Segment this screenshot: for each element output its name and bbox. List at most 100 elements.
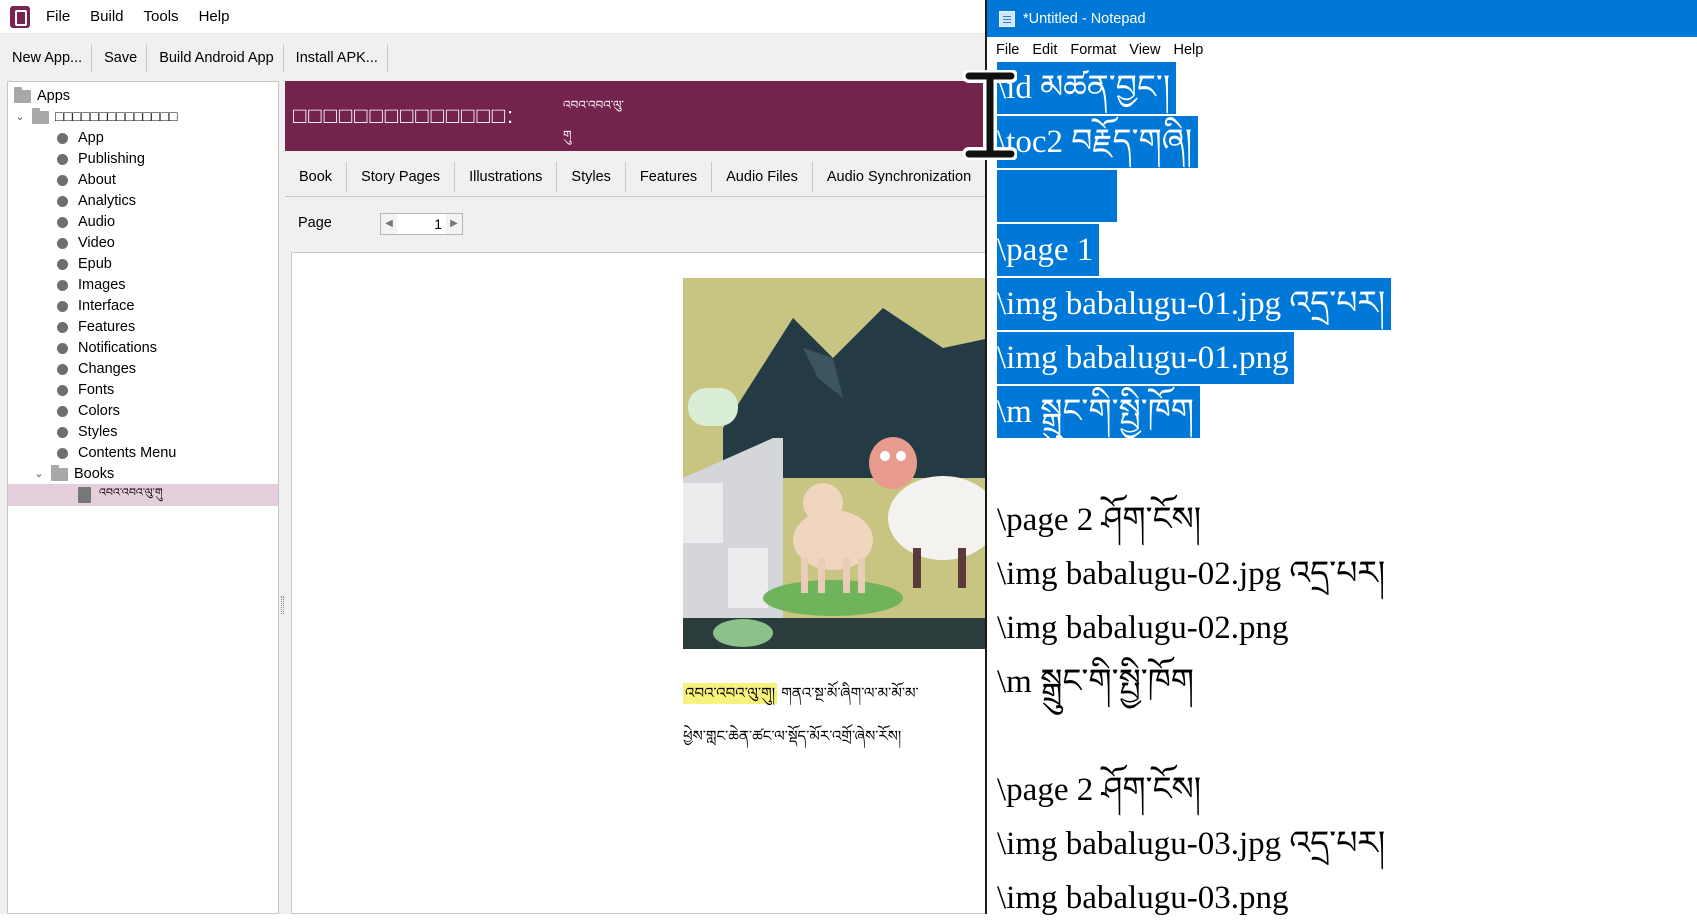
text-line[interactable]: \img babalugu-02.jpg འདྲ་པར། — [997, 548, 1385, 600]
notepad-menu-file[interactable]: File — [996, 42, 1019, 58]
notepad-menu-edit[interactable]: Edit — [1032, 42, 1057, 58]
desktop: File Build Tools Help New App... Save Bu… — [0, 0, 1697, 916]
page-number-value[interactable]: 1 — [397, 216, 446, 232]
tree-app-label: □□□□□□□□□□□□□□ — [55, 109, 178, 125]
story-text-rest: གནའ་སྔ་མོ་ཞིག་ལ་མ་མོ་མ་ — [777, 685, 919, 702]
tab-styles[interactable]: Styles — [557, 162, 626, 192]
text-cursor-icon — [963, 70, 1017, 160]
book-subtitle-line1: འབའ་འབའ་ལུ་ — [563, 98, 624, 112]
menu-file[interactable]: File — [46, 8, 70, 25]
text-line[interactable]: \toc2 བརྗོད་གཞི། — [997, 116, 1199, 168]
bullet-icon — [57, 132, 68, 144]
bullet-icon — [57, 321, 68, 333]
text-line[interactable]: \img babalugu-03.jpg འདྲ་པར། — [997, 818, 1385, 870]
tab-book[interactable]: Book — [285, 162, 348, 192]
tree-item-label: Colors — [78, 403, 120, 419]
folder-icon — [32, 107, 49, 124]
story-illustration — [683, 278, 990, 649]
tree-item-fonts[interactable]: Fonts — [57, 379, 114, 401]
tree-root-apps[interactable]: Apps — [14, 85, 70, 107]
tree-item-label: Contents Menu — [78, 445, 177, 461]
story-text-line1: འབའ་འབའ་ལུ་གུ། གནའ་སྔ་མོ་ཞིག་ལ་མ་མོ་མ་ — [683, 677, 919, 719]
text-line[interactable]: \page 2 ཤོག་ངོས། — [997, 764, 1201, 816]
book-header: □□□□□□□□□□□□□□: འབའ་འབའ་ལུ་ གུ — [285, 81, 985, 151]
tree-item-label: Publishing — [78, 151, 145, 167]
tree-item-epub[interactable]: Epub — [57, 253, 112, 275]
story-text-line2: ཕྱེས་གླང་ཆེན་ཚང་ལ་སྡོད་མོར་འགྲོ་ཞེས་ཪོས། — [683, 728, 902, 745]
tab-audio-files[interactable]: Audio Files — [712, 162, 813, 192]
tab-features[interactable]: Features — [626, 162, 713, 192]
notepad-menu-format[interactable]: Format — [1070, 42, 1116, 58]
menu-build[interactable]: Build — [90, 8, 123, 25]
bullet-icon — [57, 300, 68, 312]
tree-app-node[interactable]: ⌄ □□□□□□□□□□□□□□ — [14, 106, 178, 128]
chevron-down-icon[interactable]: ⌄ — [33, 468, 45, 480]
bullet-icon — [57, 342, 68, 354]
notepad-title: *Untitled - Notepad — [1023, 10, 1146, 27]
page-label: Page — [298, 215, 332, 231]
text-line-empty[interactable] — [997, 170, 1117, 222]
bullet-icon — [57, 237, 68, 249]
notepad-icon — [999, 10, 1015, 27]
tree-item-analytics[interactable]: Analytics — [57, 190, 136, 212]
text-line[interactable]: \img babalugu-01.jpg འདྲ་པར། — [997, 278, 1392, 330]
tree-item-features[interactable]: Features — [57, 316, 135, 338]
build-android-app-button[interactable]: Build Android App — [147, 44, 284, 72]
app-logo-icon — [10, 5, 30, 28]
menu-tools[interactable]: Tools — [144, 8, 179, 25]
text-line[interactable]: \img babalugu-02.png — [997, 602, 1288, 654]
book-tabs: Book Story Pages Illustrations Styles Fe… — [285, 160, 987, 194]
tree-item-colors[interactable]: Colors — [57, 400, 120, 422]
bullet-icon — [57, 405, 68, 417]
text-line[interactable]: \id མཚན་བྱང་། — [997, 62, 1177, 114]
tree-item-changes[interactable]: Changes — [57, 358, 136, 380]
notepad-title-bar[interactable]: *Untitled - Notepad — [987, 0, 1697, 37]
bullet-icon — [57, 279, 68, 291]
tree-item-about[interactable]: About — [57, 169, 116, 191]
book-subtitle-line2: གུ — [563, 128, 572, 142]
tree-item-notifications[interactable]: Notifications — [57, 337, 157, 359]
bullet-icon — [57, 363, 68, 375]
notepad-window: *Untitled - Notepad File Edit Format Vie… — [985, 0, 1697, 916]
notepad-text-area[interactable]: \id མཚན་བྱང་། \toc2 བརྗོད་གཞི། \page 1 \… — [987, 62, 1697, 916]
tab-audio-synchronization[interactable]: Audio Synchronization — [813, 162, 987, 192]
tree-item-label: Notifications — [78, 340, 157, 356]
tree-item-images[interactable]: Images — [57, 274, 126, 296]
text-line[interactable]: \m སྒྲུང་གི་སྤྱི་ཁོག — [997, 386, 1201, 438]
tree-item-publishing[interactable]: Publishing — [57, 148, 145, 170]
folder-icon — [51, 464, 68, 481]
install-apk-button[interactable]: Install APK... — [284, 44, 388, 72]
text-line[interactable]: \page 2 ཤོག་ངོས། — [997, 494, 1201, 546]
text-line[interactable]: \m སྒྲུང་གི་སྤྱི་ཁོག — [997, 656, 1194, 708]
new-app-button[interactable]: New App... — [0, 44, 93, 72]
chevron-left-icon[interactable]: ◀ — [381, 214, 397, 234]
text-line[interactable]: \img babalugu-01.png — [997, 332, 1295, 384]
tree-item-audio[interactable]: Audio — [57, 211, 115, 233]
tree-item-label: App — [78, 130, 104, 146]
panel-splitter[interactable] — [281, 596, 284, 614]
save-button[interactable]: Save — [92, 44, 148, 72]
tab-illustrations[interactable]: Illustrations — [455, 162, 558, 192]
tab-story-pages[interactable]: Story Pages — [347, 162, 456, 192]
page-stepper[interactable]: ◀ 1 ▶ — [380, 213, 463, 235]
chevron-down-icon[interactable]: ⌄ — [14, 111, 26, 123]
tree-item-app[interactable]: App — [57, 127, 104, 149]
text-line[interactable]: \page 1 — [997, 224, 1100, 276]
menu-help[interactable]: Help — [199, 8, 230, 25]
tree-item-contents-menu[interactable]: Contents Menu — [57, 442, 176, 464]
tree-item-label: Video — [78, 235, 115, 251]
tree-item-interface[interactable]: Interface — [57, 295, 134, 317]
chevron-right-icon[interactable]: ▶ — [446, 214, 462, 234]
notepad-menu-help[interactable]: Help — [1173, 42, 1203, 58]
notepad-menu-view[interactable]: View — [1129, 42, 1160, 58]
tree-item-label: Features — [78, 319, 136, 335]
tree-item-label: Interface — [78, 298, 135, 314]
bullet-icon — [57, 384, 68, 396]
tree-item-label: Audio — [78, 214, 116, 230]
tree-root-label: Apps — [37, 88, 71, 104]
tree-book-item[interactable]: འབའ་འབའ་ལུ་གུ — [8, 484, 278, 506]
text-line[interactable]: \img babalugu-03.png — [997, 872, 1288, 924]
tree-item-styles[interactable]: Styles — [57, 421, 118, 443]
tree-item-video[interactable]: Video — [57, 232, 115, 254]
highlighted-word: འབའ་འབའ་ལུ་གུ། — [683, 683, 778, 704]
